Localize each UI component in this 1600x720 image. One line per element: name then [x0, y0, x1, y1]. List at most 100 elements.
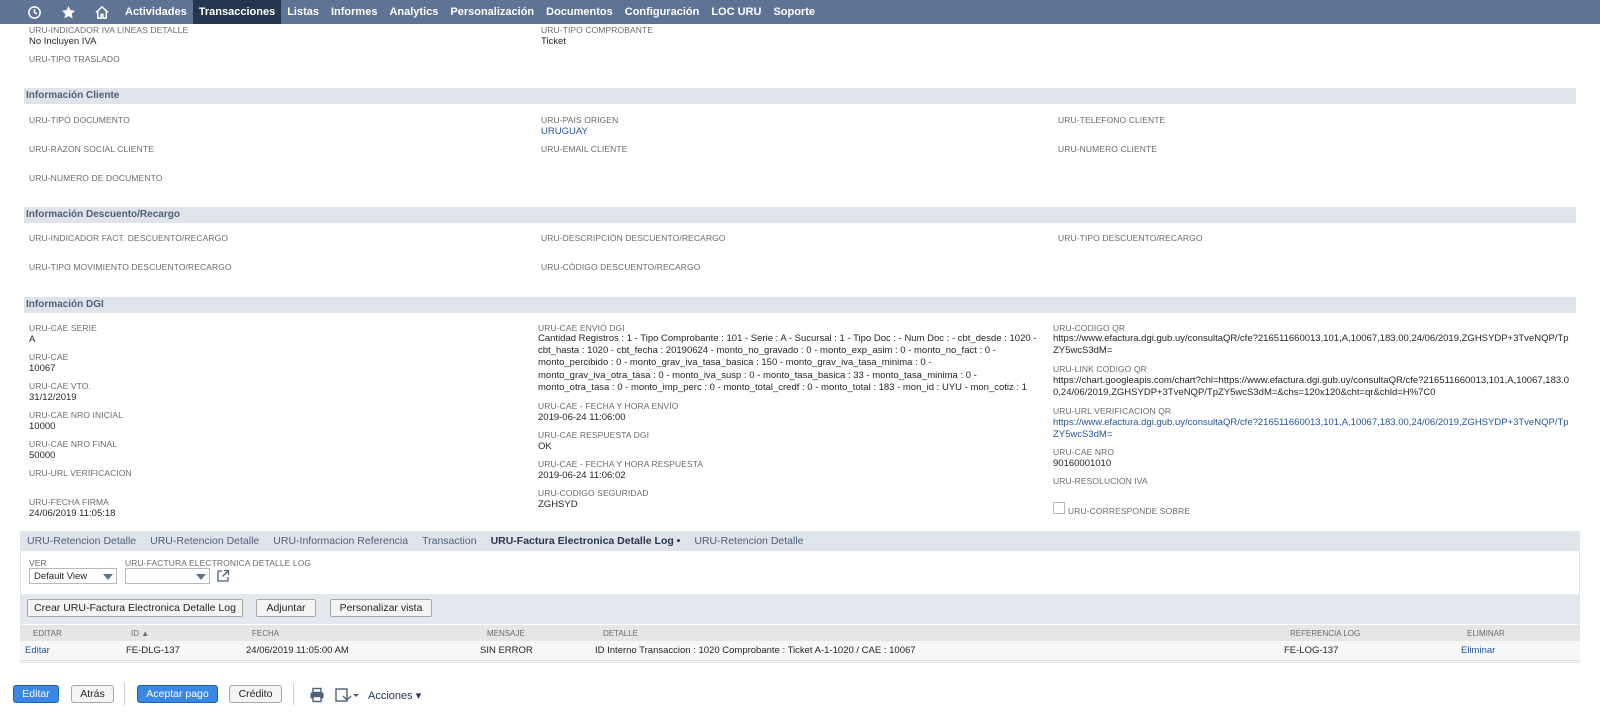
table-row: Editar FE-DLG-137 24/06/2019 11:05:00 AM… — [20, 641, 1580, 661]
row-detalle: ID Interno Transaccion : 1020 Comprobant… — [595, 645, 916, 656]
ver-select[interactable]: Default View — [29, 568, 117, 584]
url-verificacion-qr-link[interactable]: https://www.efactura.dgi.gub.uy/consulta… — [1053, 417, 1573, 441]
respuesta-dgi-label: URU-CAE RESPUESTA DGI — [538, 430, 650, 440]
tab-transaction[interactable]: Transaction — [415, 535, 483, 547]
codigo-qr-label: URU-CODIGO QR — [1053, 323, 1126, 333]
descripcion-descuento-label: URU-DESCRIPCIÓN DESCUENTO/RECARGO — [541, 233, 726, 243]
pais-origen-label: URU-PAIS ORIGEN — [541, 115, 619, 125]
nav-listas[interactable]: Listas — [281, 0, 325, 24]
recent-records-icon[interactable] — [21, 0, 47, 24]
pais-origen-value[interactable]: URUGUAY — [541, 126, 588, 137]
sublist-table-header: EDITAR ID ▲ FECHA MENSAJE DETALLE REFERE… — [20, 625, 1580, 641]
nav-transacciones[interactable]: Transacciones — [192, 0, 282, 24]
codigo-qr-value: https://www.efactura.dgi.gub.uy/consulta… — [1053, 333, 1569, 357]
print-options-icon[interactable] — [334, 687, 360, 703]
fecha-respuesta-value: 2019-06-24 11:06:02 — [538, 470, 626, 481]
indicador-descuento-label: URU-INDICADOR FACT. DESCUENTO/RECARGO — [29, 233, 229, 243]
cae-label: URU-CAE — [29, 352, 69, 362]
cae-vto-label: URU-CAE VTO. — [29, 381, 91, 391]
row-mensaje: SIN ERROR — [480, 645, 533, 656]
button-separator — [293, 683, 294, 705]
fecha-firma-value: 24/06/2019 11:05:18 — [29, 508, 116, 519]
cae-envio-dgi-value: Cantidad Registros : 1 - Tipo Comprobant… — [538, 333, 1037, 393]
row-id: FE-DLG-137 — [126, 645, 180, 656]
tipo-comprobante-label: URU-TIPO COMPROBANTE — [541, 25, 654, 35]
col-eliminar: ELIMINAR — [1467, 629, 1505, 638]
row-fecha: 24/06/2019 11:05:00 AM — [246, 645, 349, 656]
cae-nro-value: 90160001010 — [1053, 458, 1112, 469]
nav-configuracion[interactable]: Configuración — [619, 0, 706, 24]
cae-value: 10067 — [29, 363, 56, 374]
print-icon[interactable] — [309, 687, 325, 703]
numero-cliente-label: URU-NUMERO CLIENTE — [1058, 144, 1158, 154]
telefono-cliente-label: URU-TELEFONO CLIENTE — [1058, 115, 1166, 125]
ver-select-value: Default View — [34, 571, 88, 582]
crear-detalle-log-button[interactable]: Crear URU-Factura Electronica Detalle Lo… — [27, 599, 243, 617]
tipo-comprobante-value: Ticket — [541, 36, 566, 47]
cae-nro-inicial-value: 10000 — [29, 421, 56, 432]
acciones-menu[interactable]: Acciones ▾ — [368, 689, 421, 702]
nav-soporte[interactable]: Soporte — [767, 0, 821, 24]
iva-lineas-value: No Incluyen IVA — [29, 36, 97, 47]
chevron-down-icon — [103, 574, 113, 580]
col-mensaje[interactable]: MENSAJE — [487, 629, 525, 638]
section-title: Información Descuento/Recargo — [26, 209, 180, 220]
home-icon[interactable] — [89, 0, 115, 24]
tab-uru-retencion-detalle-2[interactable]: URU-Retencion Detalle — [143, 535, 266, 547]
open-external-icon[interactable] — [216, 569, 230, 583]
cae-nro-final-label: URU-CAE NRO FINAL — [29, 439, 118, 449]
aceptar-pago-button[interactable]: Aceptar pago — [137, 685, 218, 703]
email-cliente-label: URU-EMAIL CLIENTE — [541, 144, 628, 154]
codigo-seguridad-label: URU-CODIGO SEGURIDAD — [538, 488, 649, 498]
nav-loc-uru[interactable]: LOC URU — [705, 0, 767, 24]
col-id[interactable]: ID ▲ — [131, 629, 149, 638]
adjuntar-button[interactable]: Adjuntar — [256, 599, 316, 617]
personalizar-vista-button[interactable]: Personalizar vista — [330, 599, 432, 617]
nav-actividades[interactable]: Actividades — [119, 0, 193, 24]
top-navigation: Actividades Transacciones Listas Informe… — [0, 0, 1600, 24]
subtab-bar: URU-Retencion Detalle URU-Retencion Deta… — [20, 531, 1580, 551]
corresponde-sobre-label: URU-CORRESPONDE SOBRE — [1068, 506, 1191, 516]
col-referencia-log[interactable]: REFERENCIA LOG — [1290, 629, 1360, 638]
section-title: Información Cliente — [26, 90, 120, 101]
row-eliminar-link[interactable]: Eliminar — [1461, 645, 1495, 656]
sublist-button-bar — [20, 594, 1580, 624]
section-informacion-cliente: Información Cliente — [24, 88, 1576, 104]
tab-uru-factura-electronica-detalle-log[interactable]: URU-Factura Electronica Detalle Log • — [484, 535, 688, 547]
nav-personalizacion[interactable]: Personalización — [444, 0, 540, 24]
fecha-envio-label: URU-CAE - FECHA Y HORA ENVÍO — [538, 401, 679, 411]
button-separator — [124, 683, 125, 705]
cae-serie-label: URU-CAE SERIE — [29, 323, 97, 333]
numero-documento-label: URU-NUMERO DE DOCUMENTO — [29, 173, 163, 183]
nav-informes[interactable]: Informes — [325, 0, 383, 24]
tipo-traslado-label: URU-TIPO TRASLADO — [29, 54, 120, 64]
codigo-seguridad-value: ZGHSYD — [538, 499, 578, 510]
resolucion-iva-label: URU-RESOLUCION IVA — [1053, 476, 1148, 486]
atras-button[interactable]: Atrás — [71, 685, 114, 703]
tipo-documento-label: URU-TIPO DOCUMENTO — [29, 115, 130, 125]
row-referencia-log: FE-LOG-137 — [1284, 645, 1339, 656]
corresponde-sobre-checkbox[interactable] — [1053, 502, 1065, 514]
tab-uru-retencion-detalle-1[interactable]: URU-Retencion Detalle — [20, 535, 143, 547]
section-informacion-dgi: Información DGI — [24, 297, 1576, 313]
row-editar-link[interactable]: Editar — [25, 645, 50, 656]
link-codigo-qr-label: URU-LINK CODIGO QR — [1053, 364, 1147, 374]
favorites-star-icon[interactable] — [55, 0, 81, 24]
nav-analytics[interactable]: Analytics — [383, 0, 444, 24]
nav-documentos[interactable]: Documentos — [540, 0, 619, 24]
editar-button[interactable]: Editar — [13, 685, 59, 703]
fecha-envio-value: 2019-06-24 11:06:00 — [538, 412, 626, 423]
credito-button[interactable]: Crédito — [229, 685, 282, 703]
respuesta-dgi-value: OK — [538, 441, 552, 452]
cae-nro-label: URU-CAE NRO — [1053, 447, 1115, 457]
section-descuento-recargo: Información Descuento/Recargo — [24, 207, 1576, 223]
tab-uru-retencion-detalle-3[interactable]: URU-Retencion Detalle — [687, 535, 810, 547]
chevron-down-icon — [196, 574, 206, 580]
detalle-log-select[interactable] — [125, 568, 210, 584]
col-detalle[interactable]: DETALLE — [603, 629, 638, 638]
iva-lineas-label: URU-INDICADOR IVA LINEAS DETALLE — [29, 25, 189, 35]
tab-uru-informacion-referencia[interactable]: URU-Informacion Referencia — [266, 535, 415, 547]
col-fecha[interactable]: FECHA — [252, 629, 279, 638]
url-verificacion-label: URU-URL VERIFICACION — [29, 468, 132, 478]
cae-nro-inicial-label: URU-CAE NRO INICIAL — [29, 410, 123, 420]
